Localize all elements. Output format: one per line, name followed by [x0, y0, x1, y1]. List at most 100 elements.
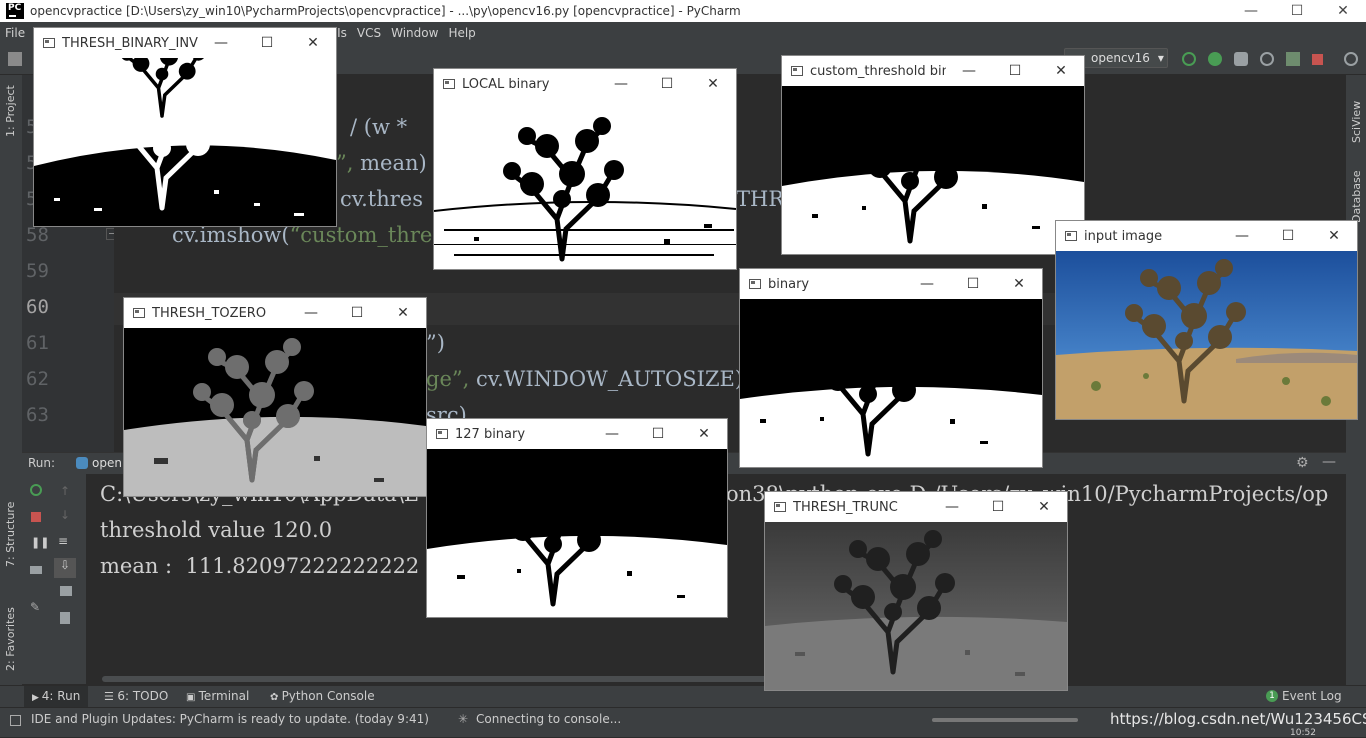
close-button[interactable]: ✕ [996, 276, 1042, 292]
close-button[interactable]: ✕ [380, 305, 426, 321]
bottom-tool-tabs: ▶ 4: Run ☰ 6: TODO ▣ Terminal ✿ Python C… [0, 685, 1366, 708]
rerun-icon[interactable] [30, 484, 42, 496]
minimize-button[interactable]: — [198, 35, 244, 51]
layout-icon[interactable] [30, 566, 42, 574]
minimize-button[interactable]: — [1228, 0, 1274, 22]
debug-icon[interactable] [1208, 52, 1222, 66]
console-toolbar: ↑ ↓ ❚❚ ≡ ⇩ ✎ [22, 474, 86, 684]
window-title: THRESH_TOZERO [152, 305, 267, 321]
profile-icon[interactable] [1260, 52, 1274, 66]
close-button[interactable]: ✕ [1311, 228, 1357, 244]
run-tool-tab[interactable]: ▶ 4: Run [32, 689, 80, 703]
close-button[interactable]: ✕ [1038, 63, 1084, 79]
line-number: 63 [26, 404, 49, 426]
window-title: opencvpractice [D:\Users\zy_win10\Pychar… [30, 4, 741, 18]
pause-icon[interactable]: ❚❚ [31, 536, 49, 549]
console-line: mean : 111.82097222222222 [100, 554, 420, 578]
line-number: 61 [26, 332, 49, 354]
close-button[interactable]: ✕ [690, 76, 736, 92]
window-binary[interactable]: binary — ☐ ✕ [739, 268, 1043, 468]
trash-icon[interactable] [60, 612, 70, 624]
input-image [1056, 251, 1357, 419]
maximize-button[interactable]: ☐ [1274, 0, 1320, 22]
window-title: binary [768, 276, 810, 292]
console-status: Connecting to console... [476, 712, 622, 726]
maximize-button[interactable]: ☐ [992, 63, 1038, 79]
sciview-tool-tab[interactable]: SciView [1350, 101, 1363, 143]
maximize-button[interactable]: ☐ [644, 76, 690, 92]
python-icon [76, 457, 88, 469]
window-icon [436, 429, 448, 439]
window-icon [133, 308, 145, 318]
up-arrow-icon[interactable]: ↑ [60, 484, 70, 498]
window-local-binary[interactable]: LOCAL binary — ☐ ✕ [433, 68, 737, 270]
thresh-tozero-image [124, 328, 426, 496]
build-icon[interactable] [1286, 52, 1300, 66]
database-tool-tab[interactable]: Database [1350, 171, 1363, 224]
code-line: ”, mean) [336, 151, 427, 175]
minimize-button[interactable]: — [1219, 228, 1265, 244]
progress-bar [932, 718, 1078, 722]
maximize-button[interactable]: ☐ [975, 499, 1021, 515]
favorites-tool-tab[interactable]: 2: Favorites [4, 607, 17, 671]
maximize-button[interactable]: ☐ [244, 35, 290, 51]
window-title: 127 binary [455, 426, 526, 442]
down-arrow-icon[interactable]: ↓ [60, 508, 70, 522]
window-input-image[interactable]: input image — ☐ ✕ [1055, 220, 1358, 420]
left-tool-strip: 1: Project 7: Structure 2: Favorites [0, 75, 23, 685]
run-tab[interactable]: open [92, 456, 122, 470]
terminal-tool-tab[interactable]: ▣ Terminal [186, 689, 249, 703]
window-title: custom_threshold bin... [810, 63, 946, 79]
minimize-button[interactable]: — [288, 305, 334, 321]
maximize-button[interactable]: ☐ [950, 276, 996, 292]
minimize-button[interactable]: — [946, 63, 992, 79]
update-notice[interactable]: IDE and Plugin Updates: PyCharm is ready… [31, 712, 429, 726]
close-button[interactable]: ✕ [290, 35, 336, 51]
gear-icon[interactable]: ⚙ [1296, 455, 1309, 471]
window-custom-threshold[interactable]: custom_threshold bin...—☐✕ [781, 55, 1085, 255]
print-icon[interactable] [60, 586, 72, 596]
search-icon[interactable] [1344, 52, 1358, 66]
pin-icon[interactable]: ✎ [30, 600, 40, 614]
maximize-button[interactable]: ☐ [1265, 228, 1311, 244]
status-toggle-icon[interactable] [10, 715, 21, 726]
window-thresh-binary-inv[interactable]: THRESH_BINARY_INV — ☐ ✕ [33, 27, 337, 227]
close-button[interactable]: ✕ [681, 426, 727, 442]
wrap-icon[interactable]: ≡ [58, 534, 68, 548]
menu-help[interactable]: Help [443, 26, 480, 40]
minimize-button[interactable]: — [929, 499, 975, 515]
stop-icon[interactable] [1312, 54, 1323, 65]
minimize-button[interactable]: — [598, 76, 644, 92]
title-bar: PC opencvpractice [D:\Users\zy_win10\Pyc… [0, 0, 1366, 22]
window-thresh-trunc[interactable]: THRESH_TRUNC — ☐ ✕ [764, 491, 1068, 691]
folder-icon[interactable] [8, 52, 22, 66]
maximize-button[interactable]: ☐ [334, 305, 380, 321]
scroll-end-icon[interactable]: ⇩ [54, 558, 76, 578]
window-icon [43, 38, 55, 48]
window-icon [774, 502, 786, 512]
hide-icon[interactable]: — [1322, 454, 1336, 470]
close-button[interactable]: ✕ [1021, 499, 1067, 515]
rerun-icon[interactable] [1182, 52, 1196, 66]
python-console-tool-tab[interactable]: ✿ Python Console [270, 689, 375, 703]
event-log-tool-tab[interactable]: Event Log [1282, 689, 1342, 703]
maximize-button[interactable]: ☐ [635, 426, 681, 442]
line-number: 60 [26, 296, 49, 318]
minimize-button[interactable]: — [904, 276, 950, 292]
menu-file[interactable]: File [0, 26, 30, 40]
code-line: ge”, cv.WINDOW_AUTOSIZE) [426, 367, 744, 391]
menu-window[interactable]: Window [386, 26, 443, 40]
status-bar: IDE and Plugin Updates: PyCharm is ready… [0, 707, 1366, 738]
structure-tool-tab[interactable]: 7: Structure [4, 502, 17, 567]
coverage-icon[interactable] [1234, 52, 1248, 66]
horizontal-scrollbar[interactable] [102, 676, 802, 682]
menu-vcs[interactable]: VCS [352, 26, 386, 40]
window-127-binary[interactable]: 127 binary — ☐ ✕ [426, 418, 728, 618]
close-button[interactable]: ✕ [1320, 0, 1366, 22]
project-tool-tab[interactable]: 1: Project [4, 85, 17, 137]
window-thresh-tozero[interactable]: THRESH_TOZERO — ☐ ✕ [123, 297, 427, 497]
minimize-button[interactable]: — [589, 426, 635, 442]
stop-icon[interactable] [31, 512, 41, 522]
todo-tool-tab[interactable]: ☰ 6: TODO [104, 689, 168, 703]
127-binary-image [427, 449, 727, 617]
